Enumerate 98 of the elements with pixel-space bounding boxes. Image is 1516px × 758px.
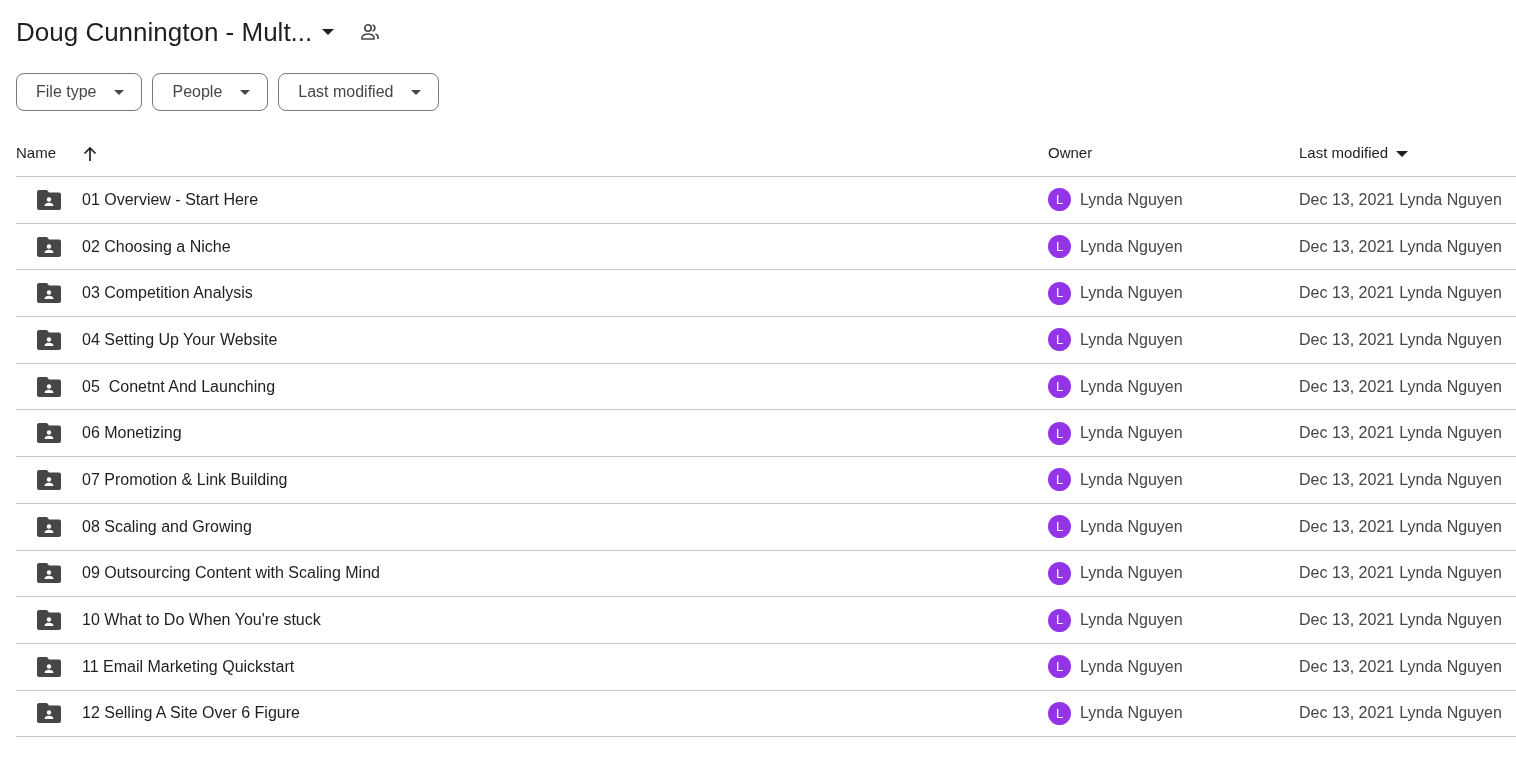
- shared-folder-icon: [37, 329, 61, 350]
- owner-name: Lynda Nguyen: [1080, 469, 1183, 490]
- modified-by: Lynda Nguyen: [1399, 329, 1502, 350]
- modified-by: Lynda Nguyen: [1399, 376, 1502, 397]
- column-header[interactable]: Name: [16, 142, 97, 165]
- shared-folder-icon: [37, 656, 61, 677]
- avatar: L: [1048, 235, 1071, 259]
- shared-folder-icon: [37, 376, 61, 397]
- modified-by: Lynda Nguyen: [1399, 610, 1502, 631]
- modified-date: Dec 13, 2021: [1299, 656, 1395, 677]
- shared-folder-icon: [37, 189, 61, 210]
- file-name: 04 Setting Up Your Website: [82, 329, 278, 350]
- caret-icon: [240, 89, 251, 95]
- caret-icon[interactable]: [322, 29, 335, 35]
- file-name: 10 What to Do When You're stuck: [82, 610, 321, 631]
- file-name: 02 Choosing a Niche: [82, 236, 231, 257]
- avatar: L: [1048, 328, 1071, 352]
- owner-name: Lynda Nguyen: [1080, 283, 1183, 304]
- modified-date: Dec 13, 2021: [1299, 516, 1395, 537]
- modified-by: Lynda Nguyen: [1399, 423, 1502, 444]
- sort-caret-icon: [1396, 150, 1409, 157]
- file-name: 11 Email Marketing Quickstart: [82, 656, 295, 677]
- filter-chip[interactable]: People: [152, 73, 269, 111]
- modified-by: Lynda Nguyen: [1399, 656, 1502, 677]
- shared-folder-icon: [37, 236, 61, 257]
- file-row[interactable]: 07 Promotion & Link Building L Lynda Nguyen Dec 13, 2021 Lynda Nguyen: [16, 457, 1516, 504]
- avatar: L: [1048, 468, 1071, 492]
- avatar: L: [1048, 188, 1071, 212]
- shared-folder-icon: [37, 610, 61, 631]
- file-row[interactable]: 10 What to Do When You're stuck L Lynda Nguyen Dec 13, 2021 Lynda Nguyen: [16, 597, 1516, 644]
- owner-name: Lynda Nguyen: [1080, 329, 1183, 350]
- modified-date: Dec 13, 2021: [1299, 563, 1395, 584]
- file-row[interactable]: 11 Email Marketing Quickstart L Lynda Nguyen Dec 13, 2021 Lynda Nguyen: [16, 643, 1516, 691]
- avatar: L: [1048, 375, 1071, 399]
- shared-folder-icon: [37, 516, 61, 537]
- avatar: L: [1048, 281, 1071, 305]
- file-row[interactable]: 04 Setting Up Your Website L Lynda Nguyen Dec 13, 2021 Lynda Nguyen: [16, 317, 1516, 364]
- owner-name: Lynda Nguyen: [1080, 563, 1183, 584]
- modified-by: Lynda Nguyen: [1399, 469, 1502, 490]
- modified-date: Dec 13, 2021: [1299, 610, 1395, 631]
- avatar: L: [1048, 701, 1071, 725]
- filter-chip[interactable]: File type: [16, 73, 143, 111]
- owner-name: Lynda Nguyen: [1080, 610, 1183, 631]
- file-name: 01 Overview - Start Here: [82, 189, 259, 210]
- owner-name: Lynda Nguyen: [1080, 703, 1183, 724]
- column-header[interactable]: Owner: [1048, 142, 1093, 165]
- modified-date: Dec 13, 2021: [1299, 189, 1395, 210]
- modified-date: Dec 13, 2021: [1299, 329, 1395, 350]
- modified-by: Lynda Nguyen: [1399, 189, 1502, 210]
- avatar: L: [1048, 561, 1071, 585]
- file-row[interactable]: 03 Competition Analysis L Lynda Nguyen Dec 13, 2021 Lynda Nguyen: [16, 270, 1516, 318]
- modified-date: Dec 13, 2021: [1299, 376, 1395, 397]
- avatar: L: [1048, 421, 1071, 445]
- shared-folder-icon: [37, 703, 61, 724]
- file-row[interactable]: 12 Selling A Site Over 6 Figure L Lynda Nguyen Dec 13, 2021 Lynda Nguyen: [16, 690, 1516, 738]
- file-name: 12 Selling A Site Over 6 Figure: [82, 703, 300, 724]
- file-row[interactable]: 08 Scaling and Growing L Lynda Nguyen Dec 13, 2021 Lynda Nguyen: [16, 503, 1516, 551]
- owner-name: Lynda Nguyen: [1080, 236, 1183, 257]
- caret-icon: [114, 89, 125, 95]
- shared-folder-icon: [37, 423, 61, 444]
- modified-by: Lynda Nguyen: [1399, 516, 1502, 537]
- modified-date: Dec 13, 2021: [1299, 283, 1395, 304]
- caret-icon: [411, 89, 422, 95]
- avatar: L: [1048, 655, 1071, 679]
- filter-chip[interactable]: Last modified: [278, 73, 440, 111]
- avatar: L: [1048, 608, 1071, 632]
- shared-folder-icon: [37, 469, 61, 490]
- column-header[interactable]: Last modified: [1299, 142, 1409, 165]
- modified-date: Dec 13, 2021: [1299, 469, 1395, 490]
- file-row[interactable]: 09 Outsourcing Content with Scaling Mind L Lynda Nguyen Dec 13, 2021 Lynda Nguyen: [16, 550, 1516, 598]
- file-row[interactable]: 05 Conetnt And Launching L Lynda Nguyen Dec 13, 2021 Lynda Nguyen: [16, 363, 1516, 411]
- modified-date: Dec 13, 2021: [1299, 236, 1395, 257]
- file-name: 07 Promotion & Link Building: [82, 469, 288, 490]
- modified-date: Dec 13, 2021: [1299, 703, 1395, 724]
- file-name: 09 Outsourcing Content with Scaling Mind: [82, 563, 380, 584]
- owner-name: Lynda Nguyen: [1080, 423, 1183, 444]
- file-name: 08 Scaling and Growing: [82, 516, 252, 537]
- shared-folder-icon: [37, 563, 61, 584]
- file-row[interactable]: 06 Monetizing L Lynda Nguyen Dec 13, 2021 Lynda Nguyen: [16, 410, 1516, 458]
- modified-by: Lynda Nguyen: [1399, 703, 1502, 724]
- modified-by: Lynda Nguyen: [1399, 283, 1502, 304]
- file-row[interactable]: 02 Choosing a Niche L Lynda Nguyen Dec 13, 2021 Lynda Nguyen: [16, 223, 1516, 271]
- owner-name: Lynda Nguyen: [1080, 656, 1183, 677]
- people-icon[interactable]: [360, 23, 381, 41]
- file-name: 05 Conetnt And Launching: [82, 376, 276, 397]
- file-name: 03 Competition Analysis: [82, 283, 253, 304]
- shared-folder-icon: [37, 283, 61, 304]
- sort-up-arrow-icon: [83, 145, 97, 162]
- modified-by: Lynda Nguyen: [1399, 563, 1502, 584]
- folder-title: Doug Cunnington - Mult...: [16, 16, 313, 49]
- owner-name: Lynda Nguyen: [1080, 516, 1183, 537]
- modified-by: Lynda Nguyen: [1399, 236, 1502, 257]
- file-name: 06 Monetizing: [82, 423, 182, 444]
- modified-date: Dec 13, 2021: [1299, 423, 1395, 444]
- owner-name: Lynda Nguyen: [1080, 376, 1183, 397]
- owner-name: Lynda Nguyen: [1080, 189, 1183, 210]
- file-row[interactable]: 01 Overview - Start Here L Lynda Nguyen Dec 13, 2021 Lynda Nguyen: [16, 177, 1516, 224]
- avatar: L: [1048, 515, 1071, 539]
